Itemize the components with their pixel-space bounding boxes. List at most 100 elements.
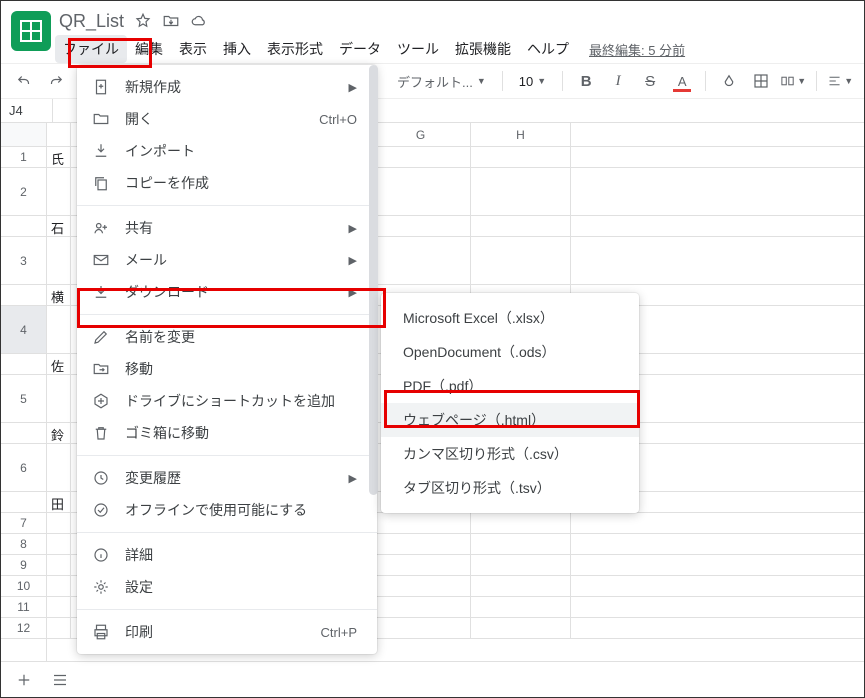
cell[interactable] bbox=[47, 306, 71, 353]
cell[interactable] bbox=[47, 597, 71, 617]
name-box[interactable]: J4 bbox=[1, 99, 53, 122]
file-menu-history[interactable]: 変更履歴 ▶ bbox=[77, 462, 377, 494]
cell[interactable]: 横 bbox=[47, 285, 71, 305]
cell[interactable] bbox=[471, 513, 571, 533]
star-icon[interactable] bbox=[134, 12, 152, 30]
menu-view[interactable]: 表示 bbox=[171, 35, 215, 63]
undo-button[interactable] bbox=[11, 68, 37, 94]
cell[interactable] bbox=[471, 555, 571, 575]
cell[interactable] bbox=[471, 147, 571, 167]
cell[interactable] bbox=[371, 216, 471, 236]
column-header[interactable]: H bbox=[471, 123, 571, 146]
file-menu-share[interactable]: 共有 ▶ bbox=[77, 212, 377, 244]
strikethrough-button[interactable]: S bbox=[637, 68, 663, 94]
column-header[interactable] bbox=[47, 123, 71, 146]
cell[interactable] bbox=[47, 555, 71, 575]
cell[interactable] bbox=[371, 513, 471, 533]
row-header[interactable]: 10 bbox=[1, 576, 46, 597]
borders-button[interactable] bbox=[748, 68, 774, 94]
row-header[interactable]: 4 bbox=[1, 306, 46, 354]
download-xlsx[interactable]: Microsoft Excel（.xlsx） bbox=[381, 301, 639, 335]
redo-button[interactable] bbox=[43, 68, 69, 94]
menu-tools[interactable]: ツール bbox=[389, 35, 447, 63]
last-edit-link[interactable]: 最終編集: 5 分前 bbox=[589, 40, 685, 59]
row-header[interactable] bbox=[1, 354, 46, 375]
row-header[interactable]: 1 bbox=[1, 147, 46, 168]
file-menu-details[interactable]: 詳細 bbox=[77, 539, 377, 571]
cell[interactable] bbox=[371, 168, 471, 215]
menu-file[interactable]: ファイル bbox=[55, 35, 127, 63]
add-sheet-button[interactable] bbox=[11, 667, 37, 693]
cell[interactable] bbox=[471, 216, 571, 236]
align-button[interactable]: ▼ bbox=[827, 68, 853, 94]
italic-button[interactable]: I bbox=[605, 68, 631, 94]
cell[interactable] bbox=[371, 597, 471, 617]
menu-help[interactable]: ヘルプ bbox=[519, 35, 577, 63]
cell[interactable]: 石 bbox=[47, 216, 71, 236]
cell[interactable] bbox=[471, 576, 571, 596]
row-header[interactable] bbox=[1, 423, 46, 444]
cell[interactable] bbox=[47, 513, 71, 533]
font-family-select[interactable]: デフォルト... ▼ bbox=[391, 72, 492, 91]
row-header[interactable]: 9 bbox=[1, 555, 46, 576]
font-size-select[interactable]: 10 ▼ bbox=[513, 74, 552, 89]
select-all-corner[interactable] bbox=[1, 123, 46, 147]
fill-color-button[interactable] bbox=[716, 68, 742, 94]
file-menu-email[interactable]: メール ▶ bbox=[77, 244, 377, 276]
row-header[interactable]: 5 bbox=[1, 375, 46, 423]
file-menu-offline[interactable]: オフラインで使用可能にする bbox=[77, 494, 377, 526]
cell[interactable] bbox=[47, 168, 71, 215]
cell[interactable]: 田 bbox=[47, 492, 71, 512]
file-menu-import[interactable]: インポート bbox=[77, 135, 377, 167]
all-sheets-button[interactable] bbox=[47, 667, 73, 693]
column-header[interactable]: G bbox=[371, 123, 471, 146]
file-menu-settings[interactable]: 設定 bbox=[77, 571, 377, 603]
row-header[interactable] bbox=[1, 216, 46, 237]
cell[interactable] bbox=[371, 555, 471, 575]
row-header[interactable]: 11 bbox=[1, 597, 46, 618]
cell[interactable]: 鈴 bbox=[47, 423, 71, 443]
text-color-button[interactable]: A bbox=[669, 68, 695, 94]
cell[interactable] bbox=[371, 237, 471, 284]
cell[interactable] bbox=[47, 237, 71, 284]
file-menu-download[interactable]: ダウンロード ▶ bbox=[77, 276, 377, 308]
cell[interactable]: 氏 bbox=[47, 147, 71, 167]
cell[interactable] bbox=[47, 375, 71, 422]
merge-button[interactable]: ▼ bbox=[780, 68, 806, 94]
cloud-status-icon[interactable] bbox=[190, 12, 208, 30]
cell[interactable]: 佐 bbox=[47, 354, 71, 374]
cell[interactable] bbox=[47, 618, 71, 638]
file-menu-copy[interactable]: コピーを作成 bbox=[77, 167, 377, 199]
download-csv[interactable]: カンマ区切り形式（.csv） bbox=[381, 437, 639, 471]
row-header[interactable] bbox=[1, 285, 46, 306]
row-header[interactable]: 12 bbox=[1, 618, 46, 639]
cell[interactable] bbox=[371, 534, 471, 554]
cell[interactable] bbox=[47, 444, 71, 491]
menu-format[interactable]: 表示形式 bbox=[259, 35, 331, 63]
file-menu-trash[interactable]: ゴミ箱に移動 bbox=[77, 417, 377, 449]
cell[interactable] bbox=[471, 534, 571, 554]
row-header[interactable]: 3 bbox=[1, 237, 46, 285]
row-header[interactable]: 6 bbox=[1, 444, 46, 492]
document-title[interactable]: QR_List bbox=[59, 11, 124, 32]
row-header[interactable] bbox=[1, 492, 46, 513]
file-menu-add-shortcut[interactable]: ドライブにショートカットを追加 bbox=[77, 385, 377, 417]
bold-button[interactable]: B bbox=[573, 68, 599, 94]
download-html[interactable]: ウェブページ（.html） bbox=[381, 403, 639, 437]
file-menu-move[interactable]: 移動 bbox=[77, 353, 377, 385]
cell[interactable] bbox=[371, 576, 471, 596]
download-pdf[interactable]: PDF（.pdf） bbox=[381, 369, 639, 403]
menu-data[interactable]: データ bbox=[331, 35, 389, 63]
menu-extensions[interactable]: 拡張機能 bbox=[447, 35, 519, 63]
download-ods[interactable]: OpenDocument（.ods） bbox=[381, 335, 639, 369]
row-header[interactable]: 8 bbox=[1, 534, 46, 555]
row-header[interactable]: 2 bbox=[1, 168, 46, 216]
cell[interactable] bbox=[471, 597, 571, 617]
file-menu-print[interactable]: 印刷 Ctrl+P bbox=[77, 616, 377, 648]
file-menu-new[interactable]: 新規作成 ▶ bbox=[77, 71, 377, 103]
menu-insert[interactable]: 挿入 bbox=[215, 35, 259, 63]
sheets-logo[interactable] bbox=[11, 11, 51, 51]
cell[interactable] bbox=[471, 618, 571, 638]
cell[interactable] bbox=[371, 618, 471, 638]
cell[interactable] bbox=[471, 168, 571, 215]
